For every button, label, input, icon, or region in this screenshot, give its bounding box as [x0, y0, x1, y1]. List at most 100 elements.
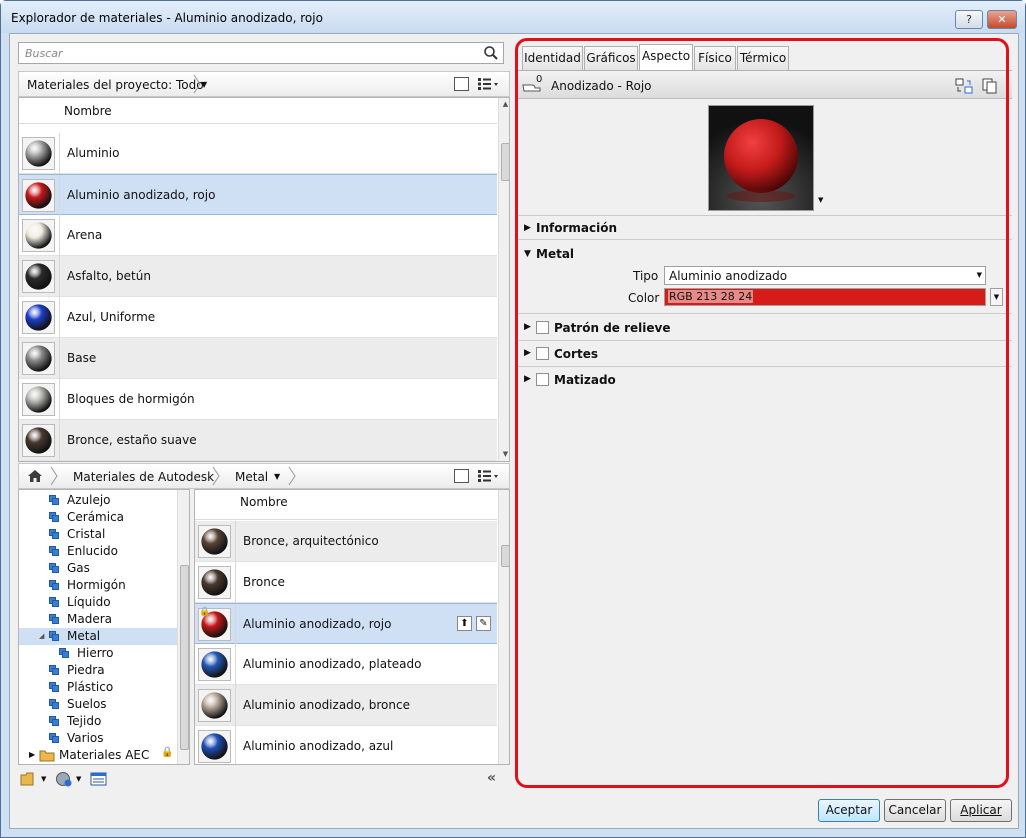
dropdown-arrow-icon[interactable]: ▼ — [274, 472, 280, 481]
view-toggle-icon[interactable] — [454, 469, 469, 483]
search-icon[interactable] — [483, 45, 499, 61]
collapse-panel-icon[interactable]: « — [487, 770, 496, 786]
create-material-icon[interactable] — [55, 771, 73, 787]
material-swatch — [198, 525, 231, 558]
open-library-icon[interactable] — [20, 771, 38, 787]
collapse-arrow-icon[interactable]: ◢ — [39, 632, 44, 640]
list-item[interactable]: Aluminio anodizado, bronce — [195, 685, 497, 726]
tree-item[interactable]: Madera — [49, 611, 177, 628]
material-swatch — [198, 566, 231, 599]
tree-item[interactable]: ▶ Materiales AEC 🔒 — [29, 747, 177, 764]
tree-item[interactable]: Enlucido — [49, 543, 177, 560]
list-header: Nombre — [195, 490, 497, 520]
list-item[interactable]: Aluminio — [19, 133, 497, 174]
project-filter-crumb[interactable]: Materiales del proyecto: Todo — [27, 78, 204, 92]
tree-label: Cerámica — [67, 510, 125, 524]
tree-label: Tejido — [67, 714, 102, 728]
lock-icon: 🔒 — [161, 747, 174, 758]
list-item[interactable]: Bronce — [195, 562, 497, 603]
name-column-header[interactable]: Nombre — [64, 104, 112, 118]
material-name: Bronce, arquitectónico — [243, 534, 379, 548]
list-item[interactable]: Arena — [19, 215, 497, 256]
tree-label: Cristal — [67, 527, 106, 541]
edit-material-icon[interactable]: ✎ — [476, 616, 491, 631]
tree-item[interactable]: Líquido — [49, 594, 177, 611]
tree-label: Hormigón — [67, 578, 126, 592]
tree-item[interactable]: Tejido — [49, 713, 177, 730]
material-name: Asfalto, betún — [67, 269, 151, 283]
material-name: Bronce, estaño suave — [67, 433, 197, 447]
lock-icon: 🔒 — [199, 607, 211, 617]
add-to-document-icon[interactable]: ⬆ — [457, 616, 472, 631]
tree-item[interactable]: Suelos — [49, 696, 177, 713]
highlight-rectangle — [515, 38, 1009, 788]
tree-label: Materiales AEC — [59, 748, 150, 762]
dropdown-arrow-icon[interactable]: ▼ — [201, 80, 207, 89]
tree-label: Enlucido — [67, 544, 119, 558]
dropdown-arrow-icon[interactable]: ▼ — [41, 775, 46, 783]
list-item[interactable]: Bronce, estaño suave — [19, 420, 497, 461]
list-item[interactable]: Bronce, arquitectónico — [195, 521, 497, 562]
list-item[interactable]: Bloques de hormigón — [19, 379, 497, 420]
material-name: Bloques de hormigón — [67, 392, 195, 406]
expand-arrow-icon[interactable]: ▶ — [29, 750, 35, 759]
list-view-icon[interactable] — [477, 469, 499, 483]
tree-item[interactable]: Azulejo — [49, 492, 177, 509]
tree-item[interactable]: Piedra — [49, 662, 177, 679]
tree-item[interactable]: Hierro — [59, 645, 177, 662]
dropdown-arrow-icon[interactable]: ▼ — [76, 775, 81, 783]
title-bar: Explorador de materiales - Aluminio anod… — [1, 1, 1025, 33]
category-icon — [49, 512, 61, 523]
material-swatch — [22, 219, 55, 252]
library-list-scrollbar[interactable] — [498, 490, 509, 764]
search-input[interactable]: Buscar — [18, 42, 504, 64]
view-toggle-icon[interactable] — [454, 77, 469, 91]
library-crumb[interactable]: Materiales de Autodesk — [73, 470, 214, 484]
category-icon — [49, 580, 61, 591]
home-icon[interactable] — [27, 469, 43, 483]
ok-button[interactable]: Aceptar — [818, 799, 880, 822]
tree-scrollbar[interactable] — [177, 490, 189, 764]
list-item[interactable]: Aluminio anodizado, azul — [195, 726, 497, 764]
crumb-separator-icon — [288, 466, 296, 486]
library-materials-list: Nombre Bronce, arquitectónico Bronce Alumi… — [194, 489, 510, 765]
crumb-separator-icon — [212, 466, 220, 486]
list-item[interactable]: Asfalto, betún — [19, 256, 497, 297]
tree-item[interactable]: Gas — [49, 560, 177, 577]
name-column-header[interactable]: Nombre — [240, 495, 288, 509]
list-header: Nombre — [19, 98, 497, 124]
dialog-client: Buscar Materiales del proyecto: Todo ▼ N… — [9, 33, 1019, 829]
category-icon — [49, 614, 61, 625]
tree-item[interactable]: Hormigón — [49, 577, 177, 594]
list-item[interactable]: Aluminio anodizado, rojo 🔒 ⬆ ✎ — [195, 603, 497, 645]
tree-item[interactable]: Plástico — [49, 679, 177, 696]
category-icon — [49, 682, 61, 693]
category-icon — [49, 665, 61, 676]
tree-item[interactable]: ◢ Metal — [19, 628, 177, 645]
list-item[interactable]: Aluminio anodizado, plateado — [195, 644, 497, 685]
category-crumb[interactable]: Metal — [235, 470, 268, 484]
apply-button[interactable]: Aplicar — [950, 799, 1012, 822]
tree-label: Hierro — [77, 646, 114, 660]
cancel-button[interactable]: Cancelar — [884, 799, 946, 822]
category-icon — [59, 648, 71, 659]
list-item[interactable]: Azul, Uniforme — [19, 297, 497, 338]
list-item[interactable]: Aluminio anodizado, rojo — [19, 174, 497, 216]
asset-browser-icon[interactable] — [90, 771, 108, 787]
material-swatch — [22, 301, 55, 334]
tree-item[interactable]: Cerámica — [49, 509, 177, 526]
category-icon — [49, 563, 61, 574]
material-swatch — [22, 260, 55, 293]
close-button[interactable]: ✕ — [987, 10, 1017, 29]
window-title: Explorador de materiales - Aluminio anod… — [11, 11, 323, 25]
category-icon — [49, 529, 61, 540]
material-swatch — [22, 137, 55, 170]
tree-item[interactable]: Varios — [49, 730, 177, 747]
list-view-icon[interactable] — [477, 77, 499, 91]
list-item[interactable]: Base — [19, 338, 497, 379]
project-list-scrollbar[interactable]: ▲ ▼ — [498, 98, 509, 461]
help-button[interactable]: ? — [955, 10, 983, 29]
material-name: Aluminio anodizado, azul — [243, 739, 394, 753]
tree-item[interactable]: Cristal — [49, 526, 177, 543]
material-name: Arena — [67, 228, 103, 242]
